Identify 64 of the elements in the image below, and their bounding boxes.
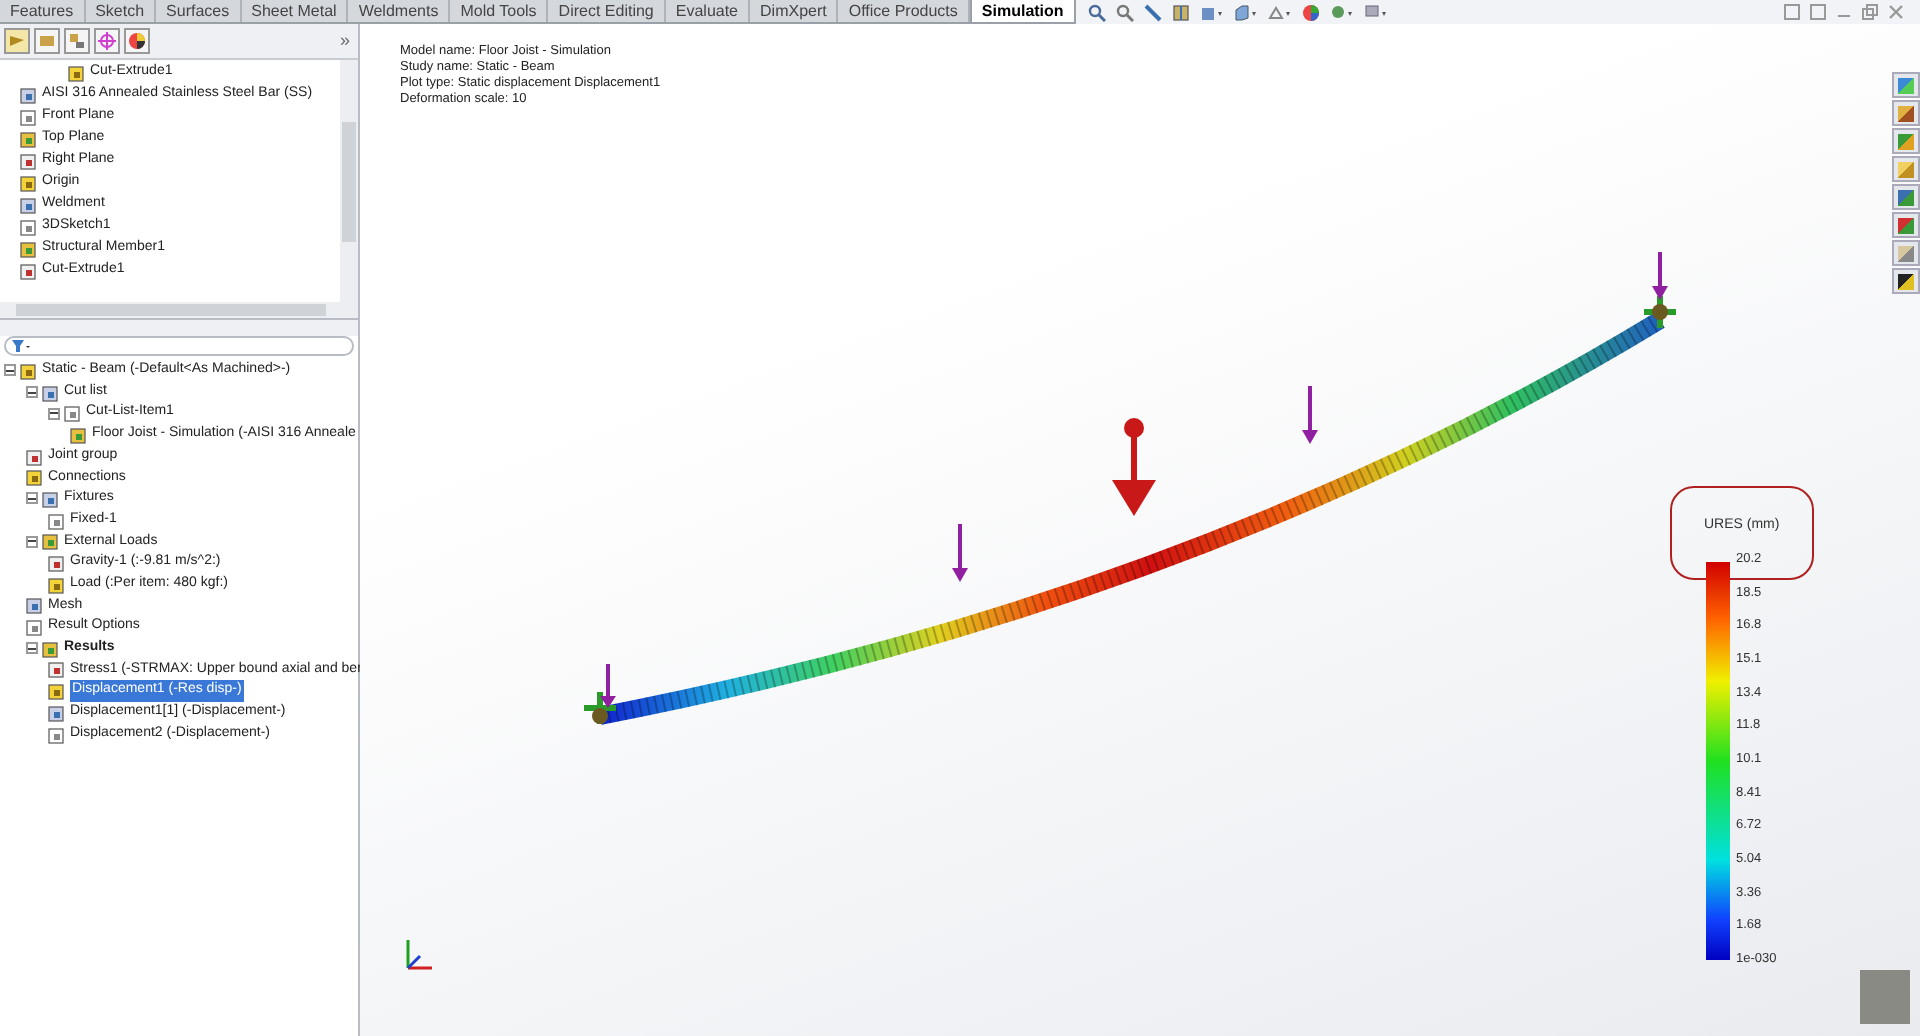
configuration-tab-icon[interactable]	[64, 28, 90, 54]
tab[interactable]: Sheet Metal	[241, 0, 349, 22]
horizontal-scrollbar[interactable]	[0, 302, 358, 318]
zoom-icon[interactable]	[1087, 3, 1106, 21]
tree-node-icon	[68, 64, 86, 82]
section-view-icon[interactable]	[1171, 3, 1190, 21]
photo-placeholder	[1860, 970, 1910, 1024]
property-manager-tab-icon[interactable]	[34, 28, 60, 54]
tab[interactable]: Surfaces	[156, 0, 242, 22]
view-orientation-icon[interactable]	[1199, 3, 1224, 21]
crosshair-tab-icon[interactable]	[94, 28, 120, 54]
display-style-icon[interactable]	[1233, 3, 1258, 21]
collapse-toggle[interactable]	[26, 642, 38, 655]
tree-node-icon	[42, 383, 60, 402]
tree-node-icon	[48, 725, 66, 744]
window-tile-icon[interactable]	[1784, 4, 1800, 20]
tree-node-icon	[48, 682, 66, 701]
filter-field[interactable]	[4, 336, 354, 356]
tab[interactable]: Direct Editing	[548, 0, 666, 22]
tree-node-icon	[20, 196, 38, 214]
restore-icon[interactable]	[1862, 4, 1878, 20]
expand-panel-button[interactable]: »	[339, 27, 354, 55]
tree-node-icon	[20, 152, 38, 170]
tree-node-icon	[20, 361, 38, 380]
tree-node-icon	[26, 618, 44, 637]
tab[interactable]: Evaluate	[665, 0, 751, 22]
axis-triad-icon	[406, 940, 432, 970]
tree-node-icon	[42, 639, 60, 658]
tree-node-icon	[48, 660, 66, 679]
tree-node-icon	[48, 554, 66, 573]
tab[interactable]: Weldments	[348, 0, 451, 22]
tree-node-icon	[42, 532, 60, 551]
tab[interactable]: DimXpert	[750, 0, 839, 22]
tree-node-icon	[20, 86, 38, 104]
vertical-scrollbar[interactable]	[340, 60, 358, 302]
tree-node-icon	[20, 262, 38, 280]
tree-node-icon	[26, 468, 44, 487]
tree-node-icon	[20, 174, 38, 192]
tree-node-icon	[20, 130, 38, 148]
window-cascade-icon[interactable]	[1810, 4, 1826, 20]
feature-manager-tab-icon[interactable]	[4, 28, 30, 54]
tree-node-icon	[48, 511, 66, 530]
zoom-area-icon[interactable]	[1115, 3, 1134, 21]
tree-node-icon	[48, 703, 66, 722]
appearance-tab-icon[interactable]	[124, 28, 150, 54]
close-icon[interactable]	[1888, 4, 1904, 20]
scroll-thumb[interactable]	[342, 122, 356, 242]
tab[interactable]: Sketch	[85, 0, 157, 22]
tree-node-icon	[20, 218, 38, 236]
tab[interactable]: Features	[0, 0, 86, 22]
tree-node-icon	[26, 447, 44, 466]
tree-node-icon	[20, 240, 38, 258]
tab[interactable]: Simulation	[969, 0, 1076, 22]
filter-icon	[12, 339, 30, 353]
tree-node-icon	[26, 596, 44, 615]
collapse-toggle[interactable]	[26, 535, 38, 548]
tree-node-icon	[42, 489, 60, 508]
tree-node-icon	[70, 425, 88, 444]
tree-node-icon	[20, 108, 38, 126]
tree-node-icon	[64, 404, 82, 423]
tab[interactable]: Mold Tools	[450, 0, 549, 22]
collapse-toggle[interactable]	[26, 492, 38, 505]
tree-node-icon	[48, 575, 66, 594]
scroll-thumb[interactable]	[16, 304, 326, 316]
